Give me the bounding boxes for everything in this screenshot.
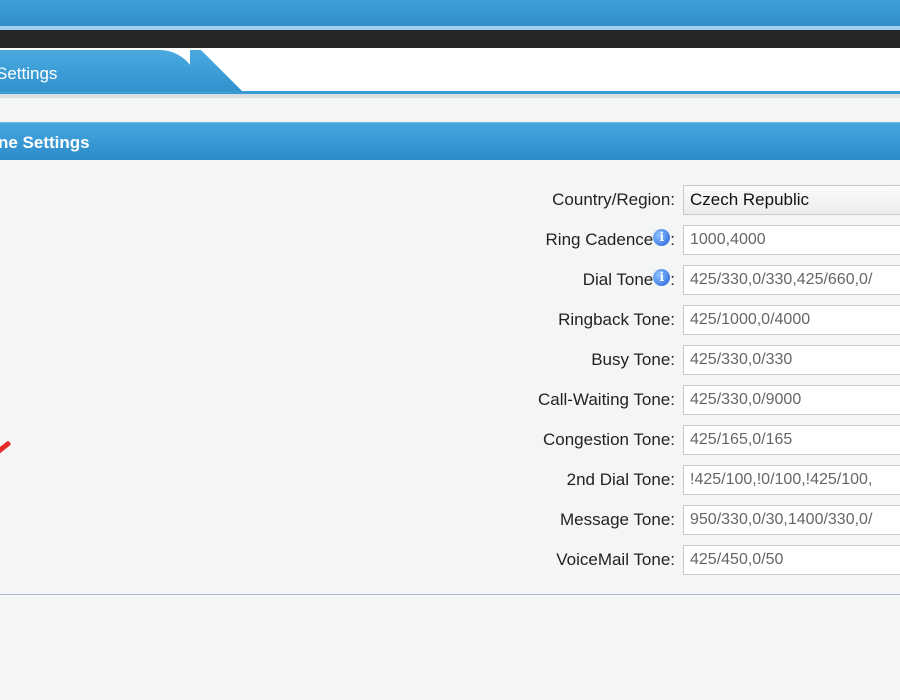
voicemail-tone-label: VoiceMail Tone: xyxy=(556,550,675,569)
form-row-ringback-tone: Ringback Tone: 425/1000,0/4000 xyxy=(0,305,900,345)
congestion-tone-input[interactable]: 425/165,0/165 xyxy=(683,425,900,455)
ring-cadence-label-group: Ring Cadence i: xyxy=(546,225,675,255)
voicemail-tone-input[interactable]: 425/450,0/50 xyxy=(683,545,900,575)
ring-cadence-input[interactable]: 1000,4000 xyxy=(683,225,900,255)
dial-tone-label-group: Dial Tone i: xyxy=(583,265,675,295)
info-icon[interactable]: i xyxy=(653,269,671,286)
form-row-voicemail-tone: VoiceMail Tone: 425/450,0/50 xyxy=(0,545,900,585)
call-waiting-tone-input[interactable]: 425/330,0/9000 xyxy=(683,385,900,415)
info-icon[interactable]: i xyxy=(653,229,671,246)
form-row-ring-cadence: Ring Cadence i: 1000,4000 xyxy=(0,225,900,265)
country-region-label: Country/Region: xyxy=(552,190,675,209)
form-row-2nd-dial-tone: 2nd Dial Tone: !425/100,!0/100,!425/100, xyxy=(0,465,900,505)
form-row-dial-tone: Dial Tone i: 425/330,0/330,425/660,0/ xyxy=(0,265,900,305)
tab-bar: Settings xyxy=(0,48,900,98)
dial-tone-label: Dial Tone xyxy=(582,270,654,289)
tab-settings[interactable]: Settings xyxy=(0,50,200,94)
form-row-busy-tone: Busy Tone: 425/330,0/330 xyxy=(0,345,900,385)
form-row-congestion-tone: Congestion Tone: 425/165,0/165 xyxy=(0,425,900,465)
country-region-select[interactable]: Czech Republic xyxy=(683,185,900,215)
congestion-tone-label: Congestion Tone: xyxy=(542,430,675,449)
call-waiting-tone-label: Call-Waiting Tone: xyxy=(537,390,675,409)
2nd-dial-tone-label: 2nd Dial Tone: xyxy=(566,470,675,489)
label-colon: : xyxy=(670,270,675,289)
form-row-message-tone: Message Tone: 950/330,0/30,1400/330,0/ xyxy=(0,505,900,545)
message-tone-input[interactable]: 950/330,0/30,1400/330,0/ xyxy=(683,505,900,535)
section-header: ne Settings xyxy=(0,122,900,161)
settings-panel: Country/Region: Czech Republic Ring Cade… xyxy=(0,160,900,595)
ring-cadence-label: Ring Cadence xyxy=(545,230,654,249)
ringback-tone-input[interactable]: 425/1000,0/4000 xyxy=(683,305,900,335)
busy-tone-input[interactable]: 425/330,0/330 xyxy=(683,345,900,375)
dial-tone-input[interactable]: 425/330,0/330,425/660,0/ xyxy=(683,265,900,295)
2nd-dial-tone-input[interactable]: !425/100,!0/100,!425/100, xyxy=(683,465,900,495)
top-banner xyxy=(0,0,900,30)
form-row-call-waiting-tone: Call-Waiting Tone: 425/330,0/9000 xyxy=(0,385,900,425)
message-tone-label: Message Tone: xyxy=(560,510,675,529)
label-colon: : xyxy=(670,230,675,249)
ringback-tone-label: Ringback Tone: xyxy=(558,310,675,329)
section-title: ne Settings xyxy=(0,133,90,152)
form-row-country-region: Country/Region: Czech Republic xyxy=(0,185,900,225)
busy-tone-label: Busy Tone: xyxy=(591,350,675,369)
tab-settings-label: Settings xyxy=(0,64,58,83)
top-dark-strip xyxy=(0,30,900,48)
